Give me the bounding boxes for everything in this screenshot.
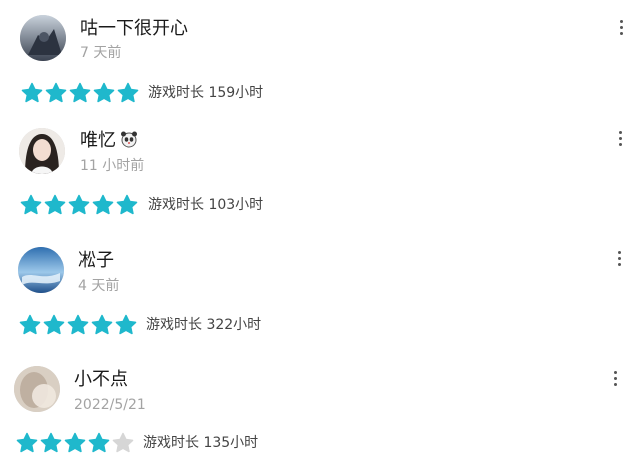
star-rating — [20, 194, 138, 216]
more-options-icon[interactable] — [620, 20, 624, 36]
star-rating — [16, 432, 134, 454]
review-item: 凇子 4 天前 游戏时长 322小时 — [0, 236, 640, 354]
star-empty-icon — [112, 432, 134, 454]
review-list: 咕一下很开心 7 天前 游戏时长 159小时 唯忆 11 小时前 游戏时长 10… — [0, 0, 640, 470]
star-filled-icon — [44, 194, 66, 216]
more-options-icon[interactable] — [614, 371, 618, 387]
review-time: 11 小时前 — [80, 158, 145, 174]
avatar[interactable] — [14, 366, 60, 412]
playtime-label: 游戏时长 322小时 — [146, 317, 262, 333]
star-rating — [21, 82, 139, 104]
star-filled-icon — [64, 432, 86, 454]
reviewer-name[interactable]: 凇子 — [78, 250, 114, 272]
star-filled-icon — [91, 314, 113, 336]
star-filled-icon — [40, 432, 62, 454]
star-filled-icon — [115, 314, 137, 336]
review-item: 小不点 2022/5/21 游戏时长 135小时 — [0, 354, 640, 472]
reviewer-name-text: 唯忆 — [80, 130, 116, 151]
reviewer-name[interactable]: 唯忆 — [80, 130, 138, 152]
review-time: 4 天前 — [78, 278, 120, 294]
star-filled-icon — [16, 432, 38, 454]
reviewer-name[interactable]: 小不点 — [74, 369, 128, 391]
more-options-icon[interactable] — [618, 251, 622, 267]
star-filled-icon — [19, 314, 41, 336]
review-time: 2022/5/21 — [74, 397, 146, 413]
star-filled-icon — [116, 194, 138, 216]
review-item: 咕一下很开心 7 天前 游戏时长 159小时 — [0, 0, 640, 118]
star-rating — [19, 314, 137, 336]
playtime-label: 游戏时长 159小时 — [148, 85, 264, 101]
star-filled-icon — [68, 194, 90, 216]
playtime-label: 游戏时长 135小时 — [143, 435, 259, 451]
more-options-icon[interactable] — [619, 131, 623, 147]
star-filled-icon — [20, 194, 42, 216]
star-filled-icon — [92, 194, 114, 216]
star-filled-icon — [93, 82, 115, 104]
panda-emoji-icon — [120, 130, 138, 148]
star-filled-icon — [21, 82, 43, 104]
playtime-label: 游戏时长 103小时 — [148, 197, 264, 213]
star-filled-icon — [69, 82, 91, 104]
star-filled-icon — [45, 82, 67, 104]
star-filled-icon — [43, 314, 65, 336]
review-time: 7 天前 — [80, 45, 122, 61]
review-item: 唯忆 11 小时前 游戏时长 103小时 — [0, 118, 640, 236]
avatar[interactable] — [18, 247, 64, 293]
reviewer-name[interactable]: 咕一下很开心 — [80, 18, 188, 40]
star-filled-icon — [67, 314, 89, 336]
star-filled-icon — [88, 432, 110, 454]
star-filled-icon — [117, 82, 139, 104]
avatar[interactable] — [19, 128, 65, 174]
avatar[interactable] — [20, 15, 66, 61]
